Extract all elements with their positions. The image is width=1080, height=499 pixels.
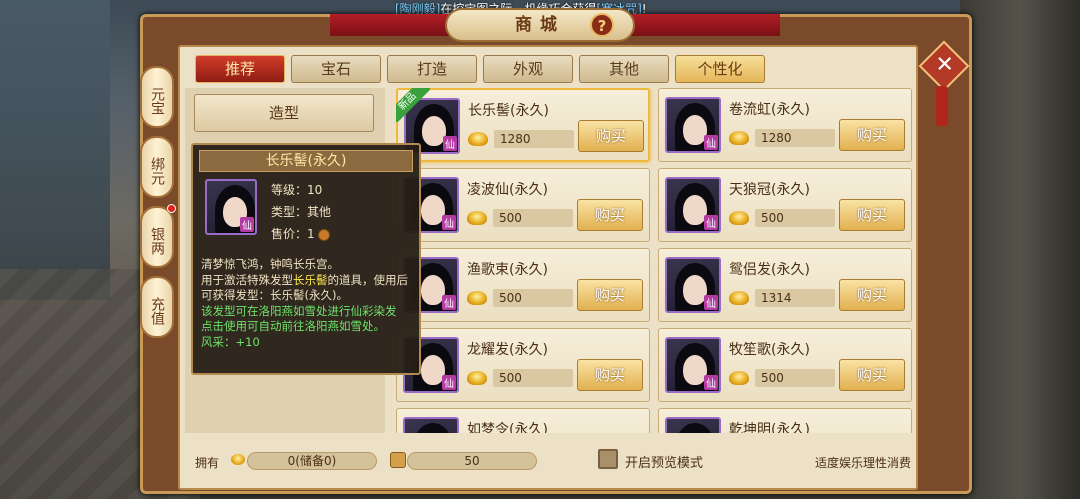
gold-ingot-icon: [467, 371, 487, 385]
item-card[interactable]: 仙渔歌束(永久) 500 购买: [396, 248, 650, 322]
tooltip-description: 清梦惊飞鸿，钟鸣长乐宫。 用于激活特殊发型长乐髻的道具，使用后可获得发型：长乐髻…: [201, 257, 415, 350]
item-card[interactable]: 仙如梦令(永久): [396, 408, 650, 433]
gold-ingot-icon: [729, 291, 749, 305]
currency-tab-label: 元宝: [149, 87, 165, 115]
tab-other[interactable]: 其他: [579, 55, 669, 83]
gold-ingot-icon: [729, 131, 749, 145]
currency-tab-label: 银两: [149, 227, 165, 255]
item-price: 1280: [755, 129, 835, 147]
category-tabs: 推荐 宝石 打造 外观 其他 个性化: [195, 55, 765, 83]
item-price: 1280: [494, 130, 574, 148]
bound-gold-balance: 50: [407, 452, 537, 470]
item-card[interactable]: 仙新品 长乐髻(永久) 1280 购买: [396, 88, 650, 162]
item-price: 500: [493, 289, 573, 307]
tooltip-fengcai: 风采：+10: [201, 334, 260, 349]
buy-button[interactable]: 购买: [578, 120, 644, 152]
gold-ingot-icon: [231, 454, 245, 465]
item-card[interactable]: 仙天狼冠(永久) 500 购买: [658, 168, 912, 242]
item-icon: 仙: [665, 257, 721, 313]
subcategory-styling[interactable]: 造型: [194, 94, 374, 132]
tooltip-desc-line: 清梦惊飞鸿，钟鸣长乐宫。: [201, 257, 339, 271]
item-card[interactable]: 仙卷流虹(永久) 1280 购买: [658, 88, 912, 162]
item-icon: 仙: [665, 417, 721, 433]
help-button[interactable]: ?: [590, 13, 614, 37]
buy-button[interactable]: 购买: [577, 279, 643, 311]
item-name: 凌波仙(永久): [467, 182, 548, 198]
buy-button[interactable]: 购买: [577, 359, 643, 391]
tooltip-item-icon: 仙: [205, 179, 257, 235]
currency-tab-yuanbao[interactable]: 元宝: [140, 66, 174, 128]
buy-button[interactable]: 购买: [839, 359, 905, 391]
gold-ingot-icon: [468, 132, 488, 146]
item-name: 牧笙歌(永久): [729, 342, 810, 358]
tooltip-desc-line: 用于激活特殊发型长乐髻的道具，使用后可获得发型：长乐髻(永久)。: [201, 272, 408, 303]
item-icon: 仙: [665, 177, 721, 233]
item-price: 500: [493, 369, 573, 387]
gold-ingot-icon: [467, 291, 487, 305]
item-name: 鸳侣发(永久): [729, 262, 810, 278]
tab-gems[interactable]: 宝石: [291, 55, 381, 83]
item-icon: 仙: [665, 337, 721, 393]
currency-tab-yinliang[interactable]: 银两: [140, 204, 176, 268]
item-name: 卷流虹(永久): [729, 102, 810, 118]
healthy-gaming-notice: 适度娱乐理性消费: [814, 456, 911, 470]
item-tooltip: 长乐髻(永久) 仙 等级：10 类型：其他 售价：1 清梦惊飞鸿，钟鸣长乐宫。 …: [191, 143, 421, 375]
own-label: 拥有: [195, 456, 220, 470]
pagoda-scenery: [0, 0, 110, 300]
item-grid: 仙新品 长乐髻(永久) 1280 购买仙卷流虹(永久) 1280 购买仙凌波仙(永久) 50…: [396, 88, 916, 433]
item-card[interactable]: 仙牧笙歌(永久) 500 购买: [658, 328, 912, 402]
tooltip-dye-note: 该发型可在洛阳燕如雪处进行仙彩染发: [201, 303, 397, 318]
notification-dot: [167, 204, 176, 213]
buy-button[interactable]: 购买: [839, 119, 905, 151]
tooltip-level: 等级：10: [271, 183, 323, 197]
lantern-decoration: [936, 86, 948, 126]
item-icon: 仙: [665, 97, 721, 153]
item-name: 渔歌束(永久): [467, 262, 548, 278]
tooltip-title: 长乐髻(永久): [199, 150, 413, 172]
item-name: 龙耀发(永久): [467, 342, 548, 358]
buy-button[interactable]: 购买: [839, 199, 905, 231]
currency-tab-bangyuan[interactable]: 绑元: [140, 136, 174, 198]
preview-mode-checkbox[interactable]: [598, 449, 618, 469]
currency-tab-recharge[interactable]: 充值: [140, 276, 174, 338]
item-name: 乾坤明(永久): [729, 422, 810, 433]
close-icon: ✕: [935, 52, 954, 78]
tab-personalize[interactable]: 个性化: [675, 55, 765, 83]
item-card[interactable]: 仙龙耀发(永久) 500 购买: [396, 328, 650, 402]
item-name: 天狼冠(永久): [729, 182, 810, 198]
tab-forge[interactable]: 打造: [387, 55, 477, 83]
bound-gold-icon: [390, 452, 406, 468]
item-icon: 仙: [403, 417, 459, 433]
tooltip-price: 售价：1: [271, 225, 330, 242]
coin-icon: [317, 228, 330, 241]
item-card[interactable]: 仙凌波仙(永久) 500 购买: [396, 168, 650, 242]
gold-balance: 0(储备0): [247, 452, 377, 470]
tree-trunk: [960, 0, 1080, 499]
tooltip-type: 类型：其他: [271, 205, 332, 219]
new-badge: 新品: [396, 88, 430, 122]
bottom-bar: 拥有 0(储备0) 50 开启预览模式 适度娱乐理性消费: [185, 445, 917, 475]
gold-ingot-icon: [729, 211, 749, 225]
item-price: 500: [755, 369, 835, 387]
currency-tab-label: 充值: [149, 297, 165, 325]
buy-button[interactable]: 购买: [839, 279, 905, 311]
tooltip-use-note: 点击使用可自动前往洛阳燕如雪处。: [201, 319, 385, 333]
item-card[interactable]: 仙乾坤明(永久): [658, 408, 912, 433]
gold-ingot-icon: [729, 371, 749, 385]
item-name: 长乐髻(永久): [468, 103, 549, 119]
tab-recommend[interactable]: 推荐: [195, 55, 285, 83]
right-ribbon: [620, 14, 780, 36]
buy-button[interactable]: 购买: [577, 199, 643, 231]
preview-mode-label: 开启预览模式: [625, 456, 704, 471]
item-name: 如梦令(永久): [467, 422, 548, 433]
gold-ingot-icon: [467, 211, 487, 225]
item-price: 500: [493, 209, 573, 227]
item-price: 1314: [755, 289, 835, 307]
item-price: 500: [755, 209, 835, 227]
tab-appearance[interactable]: 外观: [483, 55, 573, 83]
item-card[interactable]: 仙鸳侣发(永久) 1314 购买: [658, 248, 912, 322]
currency-tab-label: 绑元: [149, 157, 165, 185]
